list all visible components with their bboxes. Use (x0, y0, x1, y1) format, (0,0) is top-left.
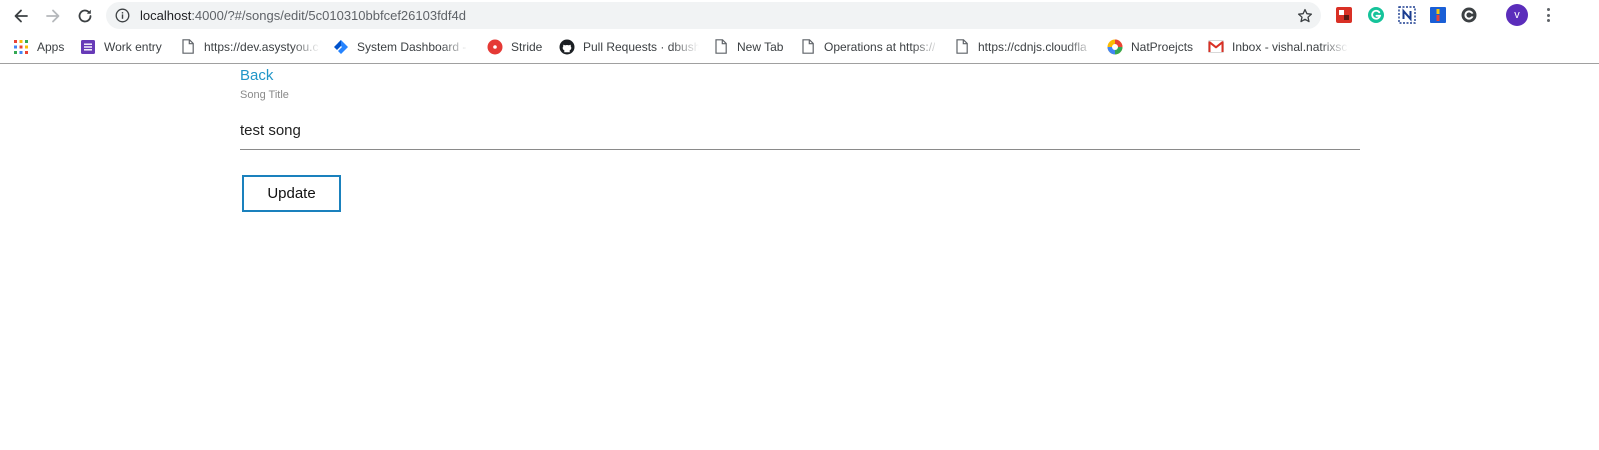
toolbar-divider (0, 63, 1599, 64)
bookmark-work-entry[interactable]: Work entry (80, 33, 162, 60)
avatar[interactable]: v (1506, 4, 1528, 26)
extension-n-icon[interactable] (1397, 5, 1417, 25)
bookmark-dev-asystyou[interactable]: https://dev.asystyou.c (180, 33, 320, 60)
forward-arrow-icon[interactable] (40, 3, 66, 29)
bookmark-label: Operations at https:// (824, 39, 936, 54)
bookmark-label: Pull Requests · dbush (583, 39, 699, 54)
bookmarks-bar: Apps Work entry https://dev.asystyou.c S… (0, 33, 1599, 60)
page-icon (954, 39, 970, 55)
bookmark-stride[interactable]: Stride (487, 33, 542, 60)
bookmark-inbox[interactable]: Inbox - vishal.natrixsc (1208, 33, 1348, 60)
page-icon (713, 39, 729, 55)
browser-toolbar: localhost:4000/?#/songs/edit/5c010310bbf… (0, 0, 1599, 31)
url-text[interactable]: localhost:4000/?#/songs/edit/5c010310bbf… (140, 2, 466, 29)
song-title-input[interactable] (240, 112, 1360, 150)
extension-red-icon[interactable] (1334, 5, 1354, 25)
bookmark-cdnjs[interactable]: https://cdnjs.cloudfla (954, 33, 1094, 60)
bookmark-label: Inbox - vishal.natrixsc (1232, 39, 1348, 54)
form-icon (80, 39, 96, 55)
drive-icon (1107, 39, 1123, 55)
bookmark-star-icon[interactable] (1296, 7, 1313, 24)
bookmark-label: New Tab (737, 39, 784, 54)
song-title-label: Song Title (240, 89, 289, 101)
site-info-icon[interactable] (114, 7, 131, 24)
extension-c-icon[interactable] (1459, 5, 1479, 25)
url-path: :4000/?#/songs/edit/5c010310bbfcef26103f… (191, 8, 466, 23)
kebab-menu-icon[interactable] (1540, 5, 1556, 25)
bookmark-pull-requests[interactable]: Pull Requests · dbush (559, 33, 699, 60)
github-icon (559, 39, 575, 55)
bookmark-label: https://dev.asystyou.c (204, 39, 319, 54)
bookmark-label: https://cdnjs.cloudfla (978, 39, 1087, 54)
stride-icon (487, 39, 503, 55)
bookmark-label: Apps (37, 39, 65, 54)
apps-grid-icon (13, 39, 29, 55)
bookmark-label: NatProejcts (1131, 39, 1194, 54)
bookmark-system-dashboard[interactable]: System Dashboard - (333, 33, 468, 60)
url-host: localhost (140, 8, 192, 23)
address-bar[interactable]: localhost:4000/?#/songs/edit/5c010310bbf… (106, 2, 1321, 29)
bookmark-operations[interactable]: Operations at https:// (800, 33, 940, 60)
bookmark-label: System Dashboard - (357, 39, 467, 54)
back-arrow-icon[interactable] (8, 3, 34, 29)
page-icon (800, 39, 816, 55)
bookmark-new-tab[interactable]: New Tab (713, 33, 783, 60)
gmail-icon (1208, 39, 1224, 55)
page-icon (180, 39, 196, 55)
jira-icon (333, 39, 349, 55)
reload-icon[interactable] (72, 3, 98, 29)
extension-blue-icon[interactable] (1428, 5, 1448, 25)
bookmark-natproejcts[interactable]: NatProejcts (1107, 33, 1193, 60)
back-link[interactable]: Back (240, 67, 273, 84)
update-button[interactable]: Update (242, 175, 341, 212)
grammarly-icon[interactable] (1366, 5, 1386, 25)
bookmark-label: Stride (511, 39, 543, 54)
bookmark-label: Work entry (104, 39, 162, 54)
bookmark-apps[interactable]: Apps (13, 33, 64, 60)
